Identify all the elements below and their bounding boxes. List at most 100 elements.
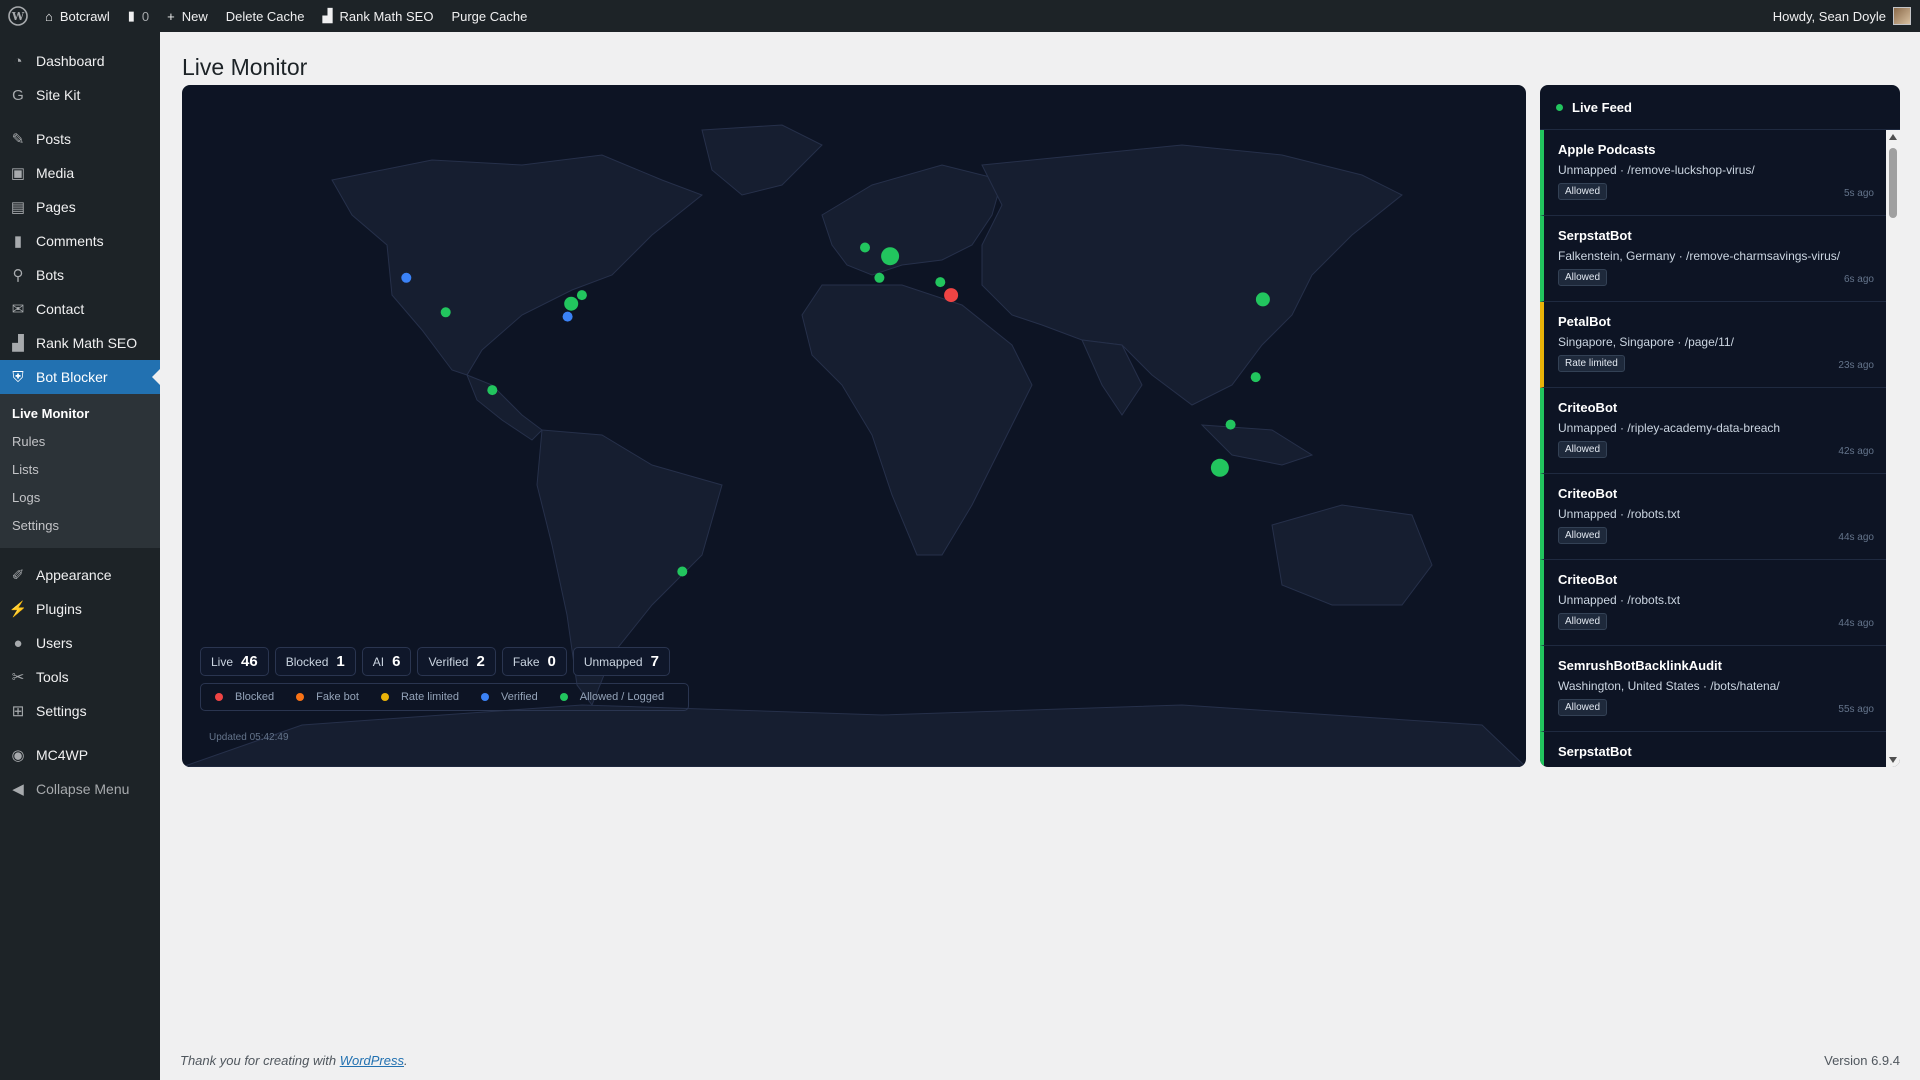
stat-label: Unmapped	[583, 654, 643, 669]
submenu-live-monitor[interactable]: Live Monitor	[0, 400, 160, 428]
sidebar-item-mc4wp[interactable]: ◉ MC4WP	[0, 738, 160, 772]
comments-link[interactable]: ▮ 0	[119, 0, 158, 32]
feed-item[interactable]: PetalBot Singapore, Singapore · /page/11/…	[1540, 302, 1886, 388]
sidebar-item-posts[interactable]: ✎ Posts	[0, 122, 160, 156]
feed-item-time: 42s ago	[1838, 446, 1874, 457]
stat-value: 1	[336, 653, 345, 670]
feed-item[interactable]: CriteoBot Unmapped · /robots.txt Allowed 44…	[1540, 560, 1886, 646]
delete-cache-link[interactable]: Delete Cache	[217, 0, 314, 32]
live-feed-list[interactable]: Apple Podcasts Unmapped · /remove-lucksho…	[1540, 130, 1886, 767]
map-point-allowed[interactable]	[564, 296, 579, 311]
sidebar-item-label: Plugins	[36, 601, 82, 617]
status-badge: Allowed	[1558, 183, 1608, 200]
map-point-verified[interactable]	[401, 272, 412, 283]
legend-allowed: Allowed / Logged	[559, 691, 665, 703]
purge-cache-link[interactable]: Purge Cache	[442, 0, 536, 32]
map-point-allowed[interactable]	[677, 566, 688, 577]
feed-item[interactable]: SerpstatBot	[1540, 732, 1886, 767]
sidebar-item-dashboard[interactable]: ◔ Dashboard	[0, 44, 160, 78]
feed-item[interactable]: Apple Podcasts Unmapped · /remove-lucksho…	[1540, 130, 1886, 216]
feed-item[interactable]: CriteoBot Unmapped · /robots.txt Allowed 44…	[1540, 474, 1886, 560]
map-point-verified[interactable]	[562, 311, 573, 322]
stat-value: 46	[241, 653, 258, 670]
map-point-allowed[interactable]	[1210, 458, 1229, 477]
updated-timestamp: Updated 05:42:49	[209, 732, 289, 743]
sidebar-item-site-kit[interactable]: G Site Kit	[0, 78, 160, 112]
legend-dot	[559, 693, 568, 701]
scroll-thumb[interactable]	[1889, 148, 1897, 218]
feed-item-meta: Unmapped · /ripley-academy-data-breach	[1558, 421, 1781, 435]
map-point-allowed[interactable]	[440, 307, 451, 318]
sidebar-item-bot-blocker[interactable]: ⛨ Bot Blocker	[0, 360, 160, 394]
sidebar-item-settings[interactable]: ⊞ Settings	[0, 694, 160, 728]
stats-bar: Live 46 Blocked 1 AI 6 Verified 2 Fake 0 Unma…	[200, 647, 670, 676]
wordpress-link[interactable]: WordPress	[340, 1053, 404, 1068]
continent-greenland	[701, 124, 823, 196]
feed-item-name: SemrushBotBacklinkAudit	[1558, 658, 1722, 673]
stat-live: Live 46	[200, 647, 269, 676]
map-point-allowed[interactable]	[874, 272, 885, 283]
scroll-down-icon[interactable]	[1889, 757, 1897, 763]
collapse-icon: ◀	[12, 781, 24, 798]
legend-verified: Verified	[481, 691, 538, 703]
continent-central-america	[466, 374, 543, 441]
stat-value: 2	[476, 653, 485, 670]
feed-item-time: 55s ago	[1838, 704, 1874, 715]
sidebar-item-appearance[interactable]: ✐ Appearance	[0, 558, 160, 592]
comment-icon: ▮	[127, 8, 135, 23]
map-point-allowed[interactable]	[576, 290, 587, 301]
feed-item-time: 23s ago	[1838, 360, 1874, 371]
submenu-logs[interactable]: Logs	[0, 484, 160, 512]
map-point-allowed[interactable]	[935, 277, 946, 288]
feed-scrollbar[interactable]	[1886, 130, 1900, 767]
live-status-dot	[1556, 103, 1563, 111]
map-point-allowed[interactable]	[1225, 419, 1236, 430]
feed-item[interactable]: SemrushBotBacklinkAudit Washington, Unite…	[1540, 646, 1886, 732]
sidebar-item-tools[interactable]: ✂ Tools	[0, 660, 160, 694]
sidebar-item-media[interactable]: ▣ Media	[0, 156, 160, 190]
legend-label: Allowed / Logged	[579, 691, 665, 703]
stat-value: 0	[547, 653, 556, 670]
submenu-rules[interactable]: Rules	[0, 428, 160, 456]
scroll-up-icon[interactable]	[1889, 134, 1897, 140]
media-icon: ▣	[10, 165, 26, 182]
sidebar-item-users[interactable]: ● Users	[0, 626, 160, 660]
sidebar-item-rank-math[interactable]: ▟ Rank Math SEO	[0, 326, 160, 360]
live-feed-header: Live Feed	[1540, 85, 1900, 130]
submenu-lists[interactable]: Lists	[0, 456, 160, 484]
wordpress-logo-icon[interactable]: W	[0, 0, 36, 32]
sidebar-item-bots[interactable]: ⚲ Bots	[0, 258, 160, 292]
status-badge: Allowed	[1558, 699, 1608, 716]
legend-label: Rate limited	[400, 691, 460, 703]
legend-label: Verified	[501, 691, 538, 703]
sidebar-item-pages[interactable]: ▤ Pages	[0, 190, 160, 224]
sidebar-item-contact[interactable]: ✉ Contact	[0, 292, 160, 326]
admin-bar: W ⌂ Botcrawl ▮ 0 + New Delete Cache ▟ Ra…	[0, 0, 1920, 32]
user-icon: ●	[13, 634, 23, 652]
legend-dot	[380, 693, 389, 701]
feed-item[interactable]: SerpstatBot Falkenstein, Germany · /remov…	[1540, 216, 1886, 302]
live-feed-title: Live Feed	[1572, 99, 1632, 115]
feed-item-meta: Unmapped · /robots.txt	[1558, 593, 1681, 607]
new-content-link[interactable]: + New	[158, 0, 217, 32]
map-point-allowed[interactable]	[860, 242, 870, 253]
feed-item[interactable]: CriteoBot Unmapped · /ripley-academy-data…	[1540, 388, 1886, 474]
map-point-blocked[interactable]	[944, 288, 959, 303]
site-name-link[interactable]: ⌂ Botcrawl	[36, 0, 119, 32]
sidebar-item-plugins[interactable]: ⚡ Plugins	[0, 592, 160, 626]
collapse-menu-button[interactable]: ◀ Collapse Menu	[0, 772, 160, 806]
rank-math-link[interactable]: ▟ Rank Math SEO	[314, 0, 443, 32]
submenu-settings[interactable]: Settings	[0, 512, 160, 540]
settings-icon: ⊞	[11, 703, 25, 720]
map-point-allowed[interactable]	[487, 385, 498, 396]
status-badge: Allowed	[1558, 441, 1608, 458]
footer-thanks-suffix: .	[404, 1053, 408, 1068]
map-point-allowed[interactable]	[1255, 292, 1270, 307]
feed-item-time: 44s ago	[1838, 618, 1874, 629]
map-point-allowed[interactable]	[881, 247, 900, 266]
sidebar-item-comments[interactable]: ▮ Comments	[0, 224, 160, 258]
account-menu[interactable]: Howdy, Sean Doyle	[1764, 0, 1920, 32]
map-point-allowed[interactable]	[1250, 372, 1261, 383]
feed-item-time: 6s ago	[1843, 274, 1874, 285]
admin-sidebar: ◔ Dashboard G Site Kit ✎ Posts ▣ Media ▤ Page…	[0, 32, 160, 1080]
